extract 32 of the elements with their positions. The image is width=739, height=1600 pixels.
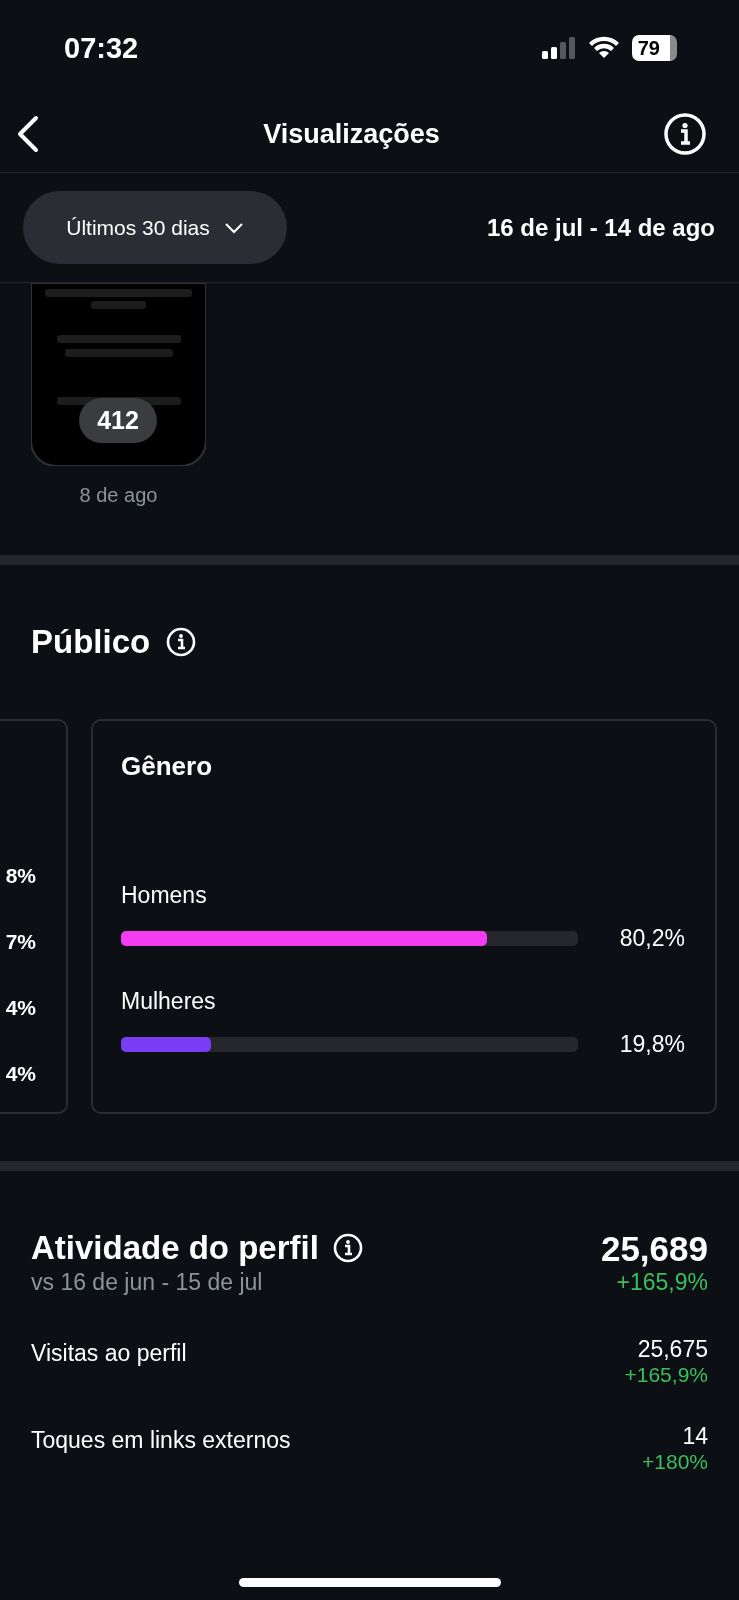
status-time: 07:32	[64, 31, 139, 65]
change-percentage: +165,9%	[624, 1363, 708, 1387]
section-title: Público	[31, 623, 151, 661]
caret-icon	[223, 221, 244, 234]
date-filter-dropdown[interactable]: Últimos 30 dias	[23, 191, 287, 264]
change-percentage: +180%	[642, 1450, 708, 1474]
percentage-value: 4%	[5, 996, 36, 1020]
metric-label: Toques em links externos	[31, 1427, 291, 1455]
page-title: Visualizações	[263, 118, 440, 150]
total-value: 25,689	[600, 1229, 708, 1269]
section-title: Atividade do perfil	[31, 1229, 319, 1267]
percentage-value: 8%	[5, 864, 36, 888]
change-percentage: +165,9%	[616, 1269, 708, 1296]
signal-icon	[541, 37, 576, 59]
metric-value: 25,675	[637, 1336, 708, 1363]
percentage-value: 19,8%	[618, 1031, 685, 1058]
percentage-value: 80,2%	[618, 925, 685, 952]
post-date: 8 de ago	[79, 484, 158, 507]
gender-label: Homens	[121, 882, 207, 908]
info-icon[interactable]	[166, 627, 197, 657]
card-title: Gênero	[121, 751, 214, 782]
percentage-value: 4%	[5, 1062, 36, 1086]
info-button[interactable]	[661, 110, 709, 158]
percentage-value: 7%	[5, 930, 36, 954]
date-range: 16 de jul - 14 de ago	[486, 213, 715, 242]
metric-value: 14	[682, 1423, 708, 1450]
wifi-icon	[587, 36, 620, 60]
info-icon[interactable]	[332, 1233, 363, 1263]
metric-label: Visitas ao perfil	[31, 1340, 187, 1368]
gender-label: Mulheres	[121, 988, 216, 1014]
comparison-period: vs 16 de jun - 15 de jul	[31, 1269, 264, 1296]
battery-icon: 79	[631, 35, 677, 61]
